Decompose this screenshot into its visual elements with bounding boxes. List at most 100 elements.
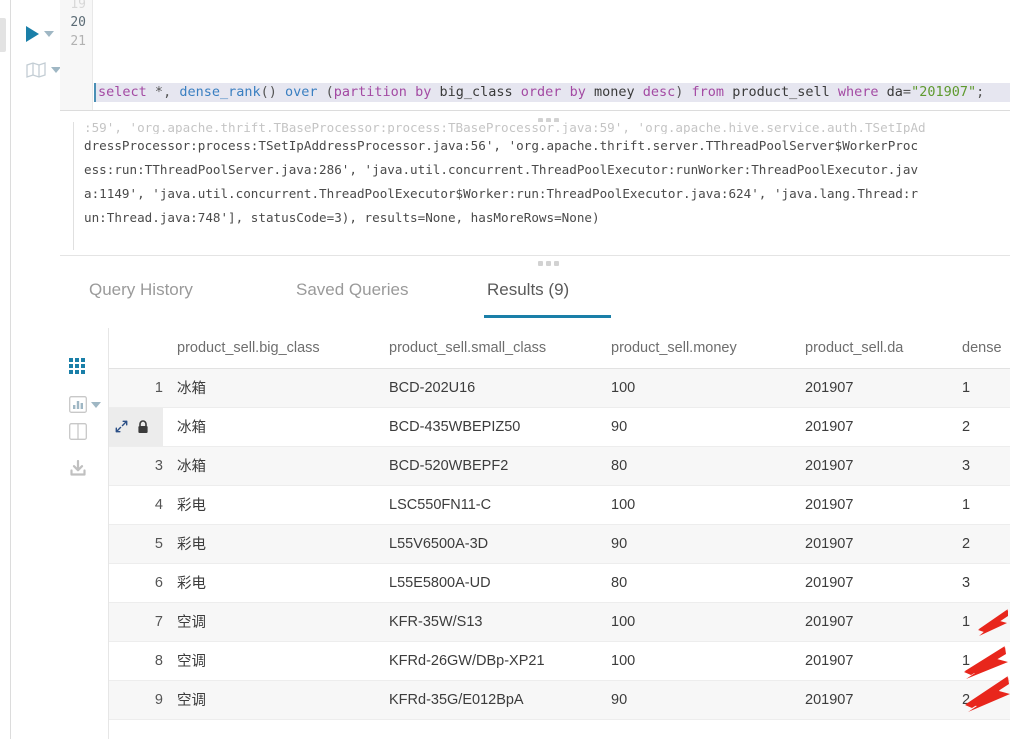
results-resize-handle[interactable] xyxy=(538,261,559,266)
cell-da[interactable]: 201907 xyxy=(791,524,948,564)
cell-big-class[interactable]: 彩电 xyxy=(163,485,375,525)
col-header-big-class[interactable]: product_sell.big_class xyxy=(163,328,375,369)
chevron-down-icon[interactable] xyxy=(91,401,101,408)
row-hover-actions[interactable] xyxy=(115,419,149,434)
cell-dense-rank[interactable]: 2 xyxy=(948,407,1010,447)
cell-da[interactable]: 201907 xyxy=(791,407,948,447)
code-line-20[interactable]: select *, dense_rank() over (partition b… xyxy=(94,83,1010,102)
table-row[interactable]: 7 空调 KFR-35W/S13 100 201907 1 xyxy=(109,602,1010,642)
table-row[interactable]: 5 彩电 L55V6500A-3D 90 201907 2 xyxy=(109,524,1010,564)
cell-small-class[interactable]: BCD-435WBEPIZ50 xyxy=(375,407,597,447)
cell-da[interactable]: 201907 xyxy=(791,680,948,720)
row-number-cell[interactable]: 6 xyxy=(109,563,163,603)
tab-results[interactable]: Results (9) xyxy=(483,268,612,322)
cell-dense-rank[interactable]: 1 xyxy=(948,602,1010,642)
split-view-button[interactable] xyxy=(69,423,87,440)
cell-small-class[interactable]: L55V6500A-3D xyxy=(375,524,597,564)
row-number-cell[interactable]: 5 xyxy=(109,524,163,564)
tab-saved-queries[interactable]: Saved Queries xyxy=(296,268,408,322)
code-area[interactable]: select *, rank() over (partition by big_… xyxy=(94,0,1010,110)
cell-money[interactable]: 80 xyxy=(597,563,791,603)
chart-view-button[interactable] xyxy=(69,396,101,413)
cell-money[interactable]: 100 xyxy=(597,485,791,525)
cell-money[interactable]: 90 xyxy=(597,680,791,720)
log-line: a:1149', 'java.util.concurrent.ThreadPoo… xyxy=(84,186,919,201)
download-button[interactable] xyxy=(69,460,87,477)
line-number-gutter: 19 20 21 xyxy=(60,0,93,110)
col-header-money[interactable]: product_sell.money xyxy=(597,328,791,369)
cell-money[interactable]: 100 xyxy=(597,602,791,642)
tab-query-history[interactable]: Query History xyxy=(89,268,193,322)
cell-dense-rank[interactable]: 1 xyxy=(948,641,1010,681)
row-number-cell[interactable] xyxy=(109,407,163,447)
log-bottom-divider xyxy=(60,255,1010,256)
cell-da[interactable]: 201907 xyxy=(791,446,948,486)
cell-big-class[interactable]: 冰箱 xyxy=(163,446,375,486)
split-panel-icon xyxy=(69,423,87,440)
chevron-down-icon[interactable] xyxy=(44,31,54,37)
cell-small-class[interactable]: KFRd-35G/E012BpA xyxy=(375,680,597,720)
table-row[interactable]: 3 冰箱 BCD-520WBEPF2 80 201907 3 xyxy=(109,446,1010,486)
results-view-rail xyxy=(60,328,108,739)
col-header-rownum[interactable] xyxy=(109,328,163,369)
cell-da[interactable]: 201907 xyxy=(791,485,948,525)
cell-dense-rank[interactable]: 3 xyxy=(948,563,1010,603)
code-line-19: select *, rank() over (partition by big_… xyxy=(94,32,1010,45)
cell-da[interactable]: 201907 xyxy=(791,641,948,681)
cell-small-class[interactable]: BCD-202U16 xyxy=(375,368,597,408)
line-number: 21 xyxy=(70,34,86,49)
table-row[interactable]: 1 冰箱 BCD-202U16 100 201907 1 xyxy=(109,368,1010,408)
cell-big-class[interactable]: 冰箱 xyxy=(163,368,375,408)
cell-money[interactable]: 100 xyxy=(597,368,791,408)
cell-small-class[interactable]: KFR-35W/S13 xyxy=(375,602,597,642)
cell-da[interactable]: 201907 xyxy=(791,602,948,642)
cell-big-class[interactable]: 彩电 xyxy=(163,524,375,564)
col-header-dense-rank[interactable]: dense xyxy=(948,328,1010,369)
lock-row-icon[interactable] xyxy=(137,419,149,434)
cell-small-class[interactable]: LSC550FN11-C xyxy=(375,485,597,525)
cell-big-class[interactable]: 空调 xyxy=(163,641,375,681)
cell-money[interactable]: 100 xyxy=(597,641,791,681)
row-number-cell[interactable]: 1 xyxy=(109,368,163,408)
cell-da[interactable]: 201907 xyxy=(791,563,948,603)
cell-small-class[interactable]: KFRd-26GW/DBp-XP21 xyxy=(375,641,597,681)
map-icon xyxy=(26,62,46,78)
cell-dense-rank[interactable]: 2 xyxy=(948,680,1010,720)
log-line: ess:run:TThreadPoolServer.java:286', 'ja… xyxy=(84,162,919,177)
run-query-button[interactable] xyxy=(26,26,54,42)
cell-small-class[interactable]: BCD-520WBEPF2 xyxy=(375,446,597,486)
table-row[interactable]: 4 彩电 LSC550FN11-C 100 201907 1 xyxy=(109,485,1010,525)
table-row[interactable]: 冰箱 BCD-435WBEPIZ50 90 201907 2 xyxy=(109,407,1010,447)
cell-dense-rank[interactable]: 2 xyxy=(948,524,1010,564)
explain-visual-button[interactable] xyxy=(26,62,61,78)
results-table-container[interactable]: product_sell.big_class product_sell.smal… xyxy=(108,328,1010,739)
col-header-small-class[interactable]: product_sell.small_class xyxy=(375,328,597,369)
cell-dense-rank[interactable]: 3 xyxy=(948,446,1010,486)
cell-money[interactable]: 80 xyxy=(597,446,791,486)
row-number-cell[interactable]: 9 xyxy=(109,680,163,720)
cell-dense-rank[interactable]: 1 xyxy=(948,368,1010,408)
row-number-cell[interactable]: 8 xyxy=(109,641,163,681)
table-row[interactable]: 8 空调 KFRd-26GW/DBp-XP21 100 201907 1 xyxy=(109,641,1010,681)
query-log-output[interactable]: :59', 'org.apache.thrift.TBaseProcessor:… xyxy=(73,122,1010,250)
row-number-cell[interactable]: 4 xyxy=(109,485,163,525)
cell-money[interactable]: 90 xyxy=(597,407,791,447)
cell-da[interactable]: 201907 xyxy=(791,368,948,408)
grid-view-button[interactable] xyxy=(69,358,85,374)
row-number-cell[interactable]: 3 xyxy=(109,446,163,486)
left-panel-handle[interactable] xyxy=(0,18,6,52)
cell-big-class[interactable]: 空调 xyxy=(163,602,375,642)
table-row[interactable]: 6 彩电 L55E5800A-UD 80 201907 3 xyxy=(109,563,1010,603)
cell-money[interactable]: 90 xyxy=(597,524,791,564)
cell-small-class[interactable]: L55E5800A-UD xyxy=(375,563,597,603)
col-header-da[interactable]: product_sell.da xyxy=(791,328,948,369)
table-row[interactable]: 9 空调 KFRd-35G/E012BpA 90 201907 2 xyxy=(109,680,1010,720)
sql-editor[interactable]: 19 20 21 select *, rank() over (partitio… xyxy=(60,0,1010,110)
cell-dense-rank[interactable]: 1 xyxy=(948,485,1010,525)
cell-big-class[interactable]: 冰箱 xyxy=(163,407,375,447)
expand-row-icon[interactable] xyxy=(115,420,128,433)
row-number-cell[interactable]: 7 xyxy=(109,602,163,642)
cell-big-class[interactable]: 空调 xyxy=(163,680,375,720)
cell-big-class[interactable]: 彩电 xyxy=(163,563,375,603)
results-table-body: 1 冰箱 BCD-202U16 100 201907 1 冰箱 BCD-435WBEPIZ50… xyxy=(109,368,1010,720)
